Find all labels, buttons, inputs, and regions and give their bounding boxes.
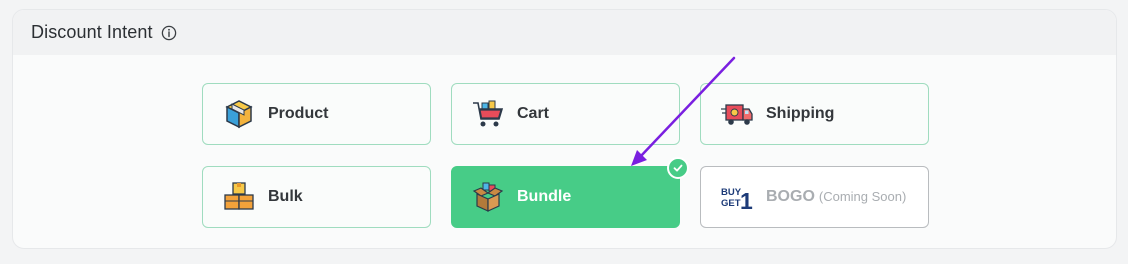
option-label: Bulk [268,188,303,205]
open-box-icon [471,180,505,214]
intent-options-grid: Product Cart Shipping Bulk Bundle BUY GE… [0,0,1128,264]
option-label: BOGO (Coming Soon) [766,188,906,206]
stacked-boxes-icon [222,180,256,214]
buy-get-1-icon: BUY GET 1 [720,180,754,214]
svg-text:1: 1 [740,188,753,214]
option-label: Shipping [766,105,835,122]
option-label-text: BOGO [766,188,815,205]
coming-soon-note: (Coming Soon) [818,189,907,204]
option-bulk[interactable]: Bulk [202,166,431,228]
option-bundle[interactable]: Bundle [451,157,689,228]
svg-text:BUY: BUY [721,187,742,198]
option-label: Product [268,105,329,122]
option-label: Cart [517,105,550,122]
option-product[interactable]: Product [202,83,431,145]
delivery-truck-icon [720,97,754,131]
selected-check-icon [667,157,689,179]
product-box-icon [222,97,256,131]
option-cart[interactable]: Cart [451,83,680,145]
option-shipping[interactable]: Shipping [700,83,929,145]
svg-text:GET: GET [721,198,741,209]
option-bogo[interactable]: BUY GET 1 BOGO (Coming Soon) [700,166,929,228]
option-label: Bundle [517,188,572,205]
shopping-cart-icon [471,97,505,131]
